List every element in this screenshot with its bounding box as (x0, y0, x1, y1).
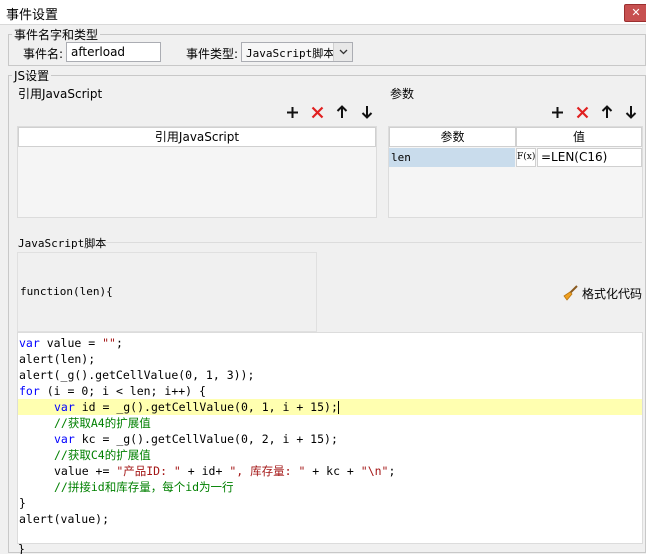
code-line[interactable]: //获取C4的扩展值 (18, 447, 642, 463)
code-line[interactable]: alert(len); (18, 351, 642, 367)
event-type-value: JavaScript脚本 (246, 47, 335, 60)
code-string: ", 库存量: " (229, 464, 306, 478)
params-delete-button[interactable] (573, 103, 591, 121)
delete-icon (576, 106, 588, 118)
params-section-label: 参数 (390, 87, 415, 101)
code-line-current[interactable]: var id = _g().getCellValue(0, 1, i + 15)… (18, 399, 642, 415)
move-down-icon (625, 106, 637, 119)
code-text: ; (388, 464, 396, 478)
chevron-down-icon (333, 43, 352, 61)
params-move-up-button[interactable] (598, 103, 616, 121)
formula-icon: F(x) (517, 152, 536, 162)
params-table[interactable]: 参数 值 len F(x) =LEN(C16) (388, 126, 643, 218)
script-separator (104, 242, 642, 243)
param-row-name[interactable]: len (389, 148, 515, 167)
event-name-input[interactable]: afterload (66, 42, 161, 62)
move-up-icon (601, 105, 613, 118)
code-text: id = _g().getCellValue(0, 1, i + 15); (74, 400, 338, 414)
code-text: + id+ (180, 464, 230, 478)
code-keyword: var (19, 336, 40, 350)
code-comment: //获取A4的扩展值 (54, 416, 151, 430)
params-move-down-button[interactable] (622, 103, 640, 121)
params-add-button[interactable] (548, 103, 566, 121)
close-icon: ✕ (631, 6, 641, 19)
move-up-icon (336, 105, 348, 118)
function-signature-panel: function(len){ (17, 252, 317, 332)
code-text: ; (115, 336, 123, 350)
code-line[interactable]: value += "产品ID: " + id+ ", 库存量: " + kc +… (18, 463, 642, 479)
code-line[interactable]: alert(_g().getCellValue(0, 1, 3)); (18, 367, 642, 383)
ref-js-section-label: 引用JavaScript (18, 87, 103, 101)
code-editor[interactable]: var value = ""; alert(len); alert(_g().get… (17, 332, 643, 544)
code-text: alert(_g().getCellValue(0, 1, 3)); (19, 368, 255, 382)
ref-js-move-up-button[interactable] (333, 103, 351, 121)
event-name-label: 事件名: (23, 47, 64, 61)
title-bar: 事件设置 ✕ (0, 0, 646, 25)
code-text: value = (39, 336, 103, 350)
code-comment: //拼接id和库存量，每个id为一行 (54, 480, 234, 494)
param-row-value[interactable]: =LEN(C16) (537, 148, 642, 167)
params-header-name[interactable]: 参数 (389, 127, 516, 147)
code-line[interactable]: var kc = _g().getCellValue(0, 2, i + 15)… (18, 431, 642, 447)
text-cursor (337, 401, 339, 414)
params-header-value[interactable]: 值 (516, 127, 642, 147)
format-code-label: 格式化代码 (582, 286, 643, 301)
code-string: "" (102, 336, 116, 350)
code-text: alert(len); (19, 352, 96, 366)
code-line[interactable]: //拼接id和库存量，每个id为一行 (18, 479, 642, 495)
window-title: 事件设置 (6, 8, 59, 23)
close-button[interactable]: ✕ (624, 4, 646, 22)
code-line[interactable]: for (i = 0; i < len; i++) { (18, 383, 642, 399)
event-type-select[interactable]: JavaScript脚本 (241, 42, 353, 62)
code-comment: //获取C4的扩展值 (54, 448, 151, 462)
formula-button[interactable]: F(x) (516, 148, 536, 167)
code-line[interactable]: alert(value); (18, 511, 642, 527)
function-signature: function(len){ (20, 285, 113, 298)
script-section-label: JavaScript脚本 (18, 237, 107, 250)
code-keyword: var (54, 432, 75, 446)
code-keyword: for (19, 384, 40, 398)
js-settings-legend: JS设置 (12, 67, 52, 84)
ref-js-column-header[interactable]: 引用JavaScript (18, 127, 376, 147)
event-type-label: 事件类型: (186, 47, 239, 61)
code-text: } (19, 496, 26, 510)
code-text: alert(value); (19, 512, 110, 526)
move-down-icon (361, 106, 373, 119)
delete-icon (311, 106, 323, 118)
add-icon (551, 106, 563, 118)
event-name-type-legend: 事件名字和类型 (12, 26, 101, 43)
format-code-button[interactable]: 格式化代码 (562, 284, 642, 302)
ref-js-delete-button[interactable] (308, 103, 326, 121)
code-string: "产品ID: " (116, 464, 181, 478)
code-string: "\n" (360, 464, 389, 478)
closing-brace: } (18, 544, 25, 554)
code-text: kc = _g().getCellValue(0, 2, i + 15); (74, 432, 338, 446)
code-text: + kc + (305, 464, 361, 478)
code-line[interactable]: //获取A4的扩展值 (18, 415, 642, 431)
code-line[interactable]: } (18, 495, 642, 511)
ref-js-move-down-button[interactable] (358, 103, 376, 121)
code-text: value += (54, 464, 117, 478)
code-line[interactable]: var value = ""; (18, 335, 642, 351)
broom-icon (563, 285, 578, 301)
code-keyword: var (54, 400, 75, 414)
code-text: (i = 0; i < len; i++) { (39, 384, 206, 398)
add-icon (286, 106, 298, 118)
ref-js-add-button[interactable] (283, 103, 301, 121)
ref-js-list[interactable]: 引用JavaScript (17, 126, 377, 218)
